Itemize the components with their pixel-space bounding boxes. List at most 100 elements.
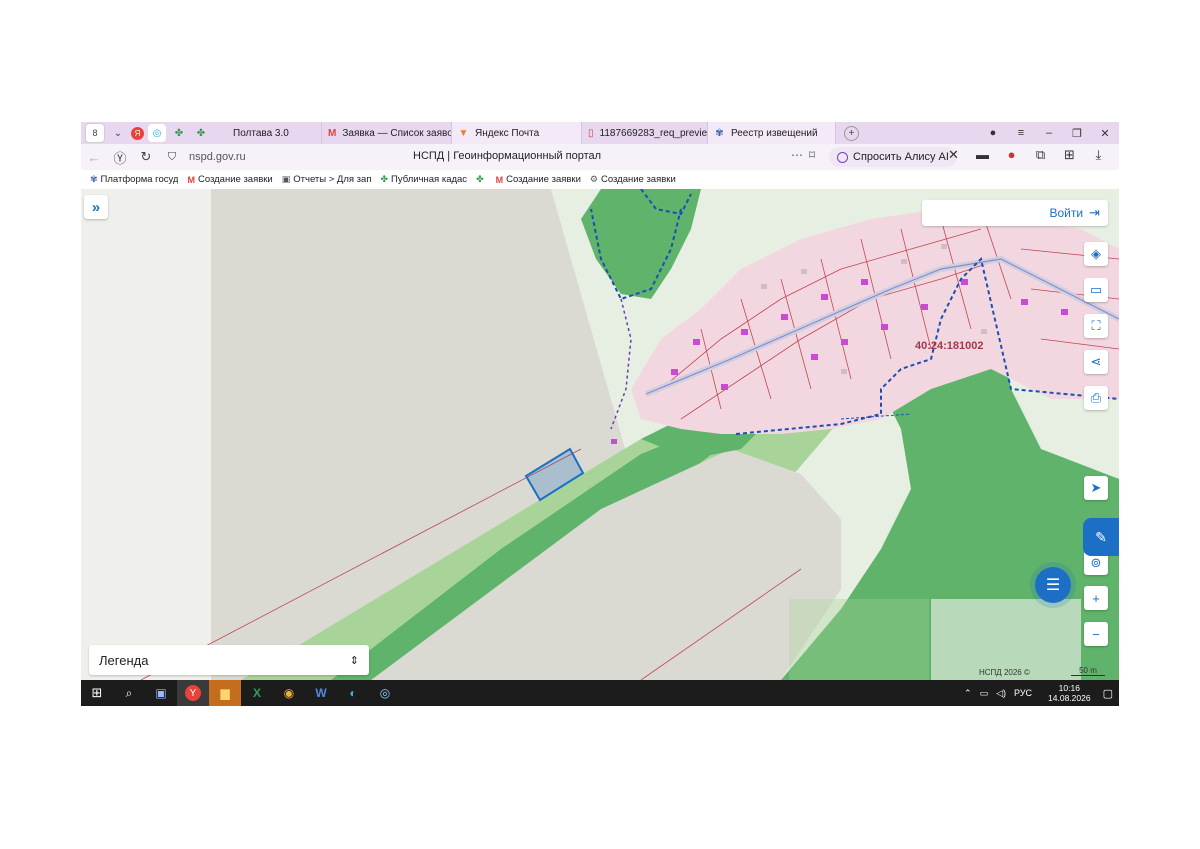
alisa-icon <box>837 151 848 163</box>
more-icon[interactable]: ⋯ <box>791 148 803 162</box>
extension-icon[interactable]: ● <box>997 147 1026 163</box>
back-icon[interactable]: ← <box>81 150 107 165</box>
app-icon[interactable]: ◎ <box>369 680 401 706</box>
bookmark-item[interactable]: ▣ Отчеты > Для зап <box>282 174 372 185</box>
ruler-button[interactable]: ▭ <box>1084 278 1108 302</box>
bookmark-item[interactable]: ✾ Платформа госуд <box>90 174 178 185</box>
tab-label: 1187669283_req_preview. <box>599 127 708 139</box>
ruler-icon: ▭ <box>1089 282 1103 297</box>
share-icon: ⋖ <box>1090 354 1102 369</box>
profile-icon[interactable]: ● <box>979 127 1007 139</box>
map-canvas[interactable]: » Войти ⇥ 40:24:181002 ◈ ▭ ⛶ ⋖ ⎙ ➤ ⊚ + −… <box>81 189 1119 680</box>
tab-reestr[interactable]: ✾ Реестр извещений <box>708 122 836 144</box>
reload-icon[interactable]: ↻ <box>133 149 159 165</box>
layers-icon: ◈ <box>1091 246 1101 261</box>
legend-panel[interactable]: Легенда ⇕ <box>89 645 369 675</box>
print-button[interactable]: ⎙ <box>1084 386 1108 410</box>
bookmark-item[interactable]: ✤ <box>476 174 487 185</box>
chrome-icon[interactable]: ◉ <box>273 680 305 706</box>
chevron-up-icon[interactable]: ⌃ <box>964 688 972 699</box>
system-tray: ⌃ ▭ ◁) РУС 10:16 14.08.2026 ▢ <box>956 680 1113 706</box>
url-text[interactable]: nspd.gov.ru <box>189 151 246 163</box>
cadastre-icon[interactable]: ✤ <box>170 124 188 142</box>
login-icon: ⇥ <box>1089 205 1100 220</box>
clock-date: 14.08.2026 <box>1048 693 1091 703</box>
chevron-down-icon[interactable]: ⌄ <box>109 124 127 142</box>
save-icon[interactable]: ▣ <box>145 680 177 706</box>
bookmark-item[interactable]: ✤ Публичная кадас <box>380 174 467 185</box>
zoom-out-button[interactable]: − <box>1084 622 1108 646</box>
plus-icon: + <box>1092 590 1100 606</box>
start-icon[interactable]: ⊞ <box>81 680 113 706</box>
emblem-icon: ✾ <box>715 127 724 139</box>
ask-alisa-button[interactable]: Спросить Алису AI <box>829 147 957 167</box>
bookmark-label: Создание заявки <box>197 174 273 185</box>
notifications-icon[interactable]: ▢ <box>1103 687 1113 700</box>
alisa-label: Спросить Алису AI <box>853 151 949 163</box>
select-area-button[interactable]: ⛶ <box>1084 314 1108 338</box>
tab-zayavka[interactable]: M Заявка — Список заявок <box>322 122 452 144</box>
tools-icon[interactable]: ✕ <box>939 147 968 163</box>
gmail-icon: M <box>495 174 504 185</box>
tab-counter[interactable]: 8 <box>85 123 105 143</box>
search-icon[interactable]: ⌕ <box>113 680 145 706</box>
collections-icon[interactable]: ⊞ <box>1055 147 1084 163</box>
bookmark-label: Отчеты > Для зап <box>293 174 372 185</box>
explorer-icon[interactable]: ▆ <box>209 680 241 706</box>
yandex-icon[interactable]: Я <box>131 126 144 140</box>
zoom-in-button[interactable]: + <box>1084 586 1108 610</box>
bookmark-item[interactable]: M Создание заявки <box>187 174 272 185</box>
tab-yandex-mail[interactable]: ▼ Яндекс Почта <box>452 122 582 144</box>
browser-tab-bar: 8 ⌄ Я ◎ ✤ ✤ Полтава 3.0 M Заявка — Списо… <box>81 122 1119 144</box>
bookmark-icon[interactable]: ⌑ <box>809 148 815 162</box>
puzzle-icon[interactable]: ⧉ <box>1026 147 1055 163</box>
screen: 8 ⌄ Я ◎ ✤ ✤ Полтава 3.0 M Заявка — Списо… <box>81 122 1119 706</box>
tab-label: Реестр извещений <box>731 127 818 139</box>
hat-icon[interactable]: ▬ <box>968 147 997 163</box>
chat-icon: ☰ <box>1045 577 1061 594</box>
tab-poltava[interactable]: Полтава 3.0 <box>210 122 322 144</box>
excel-icon[interactable]: X <box>241 680 273 706</box>
scale-bar: 50 m <box>1071 666 1105 676</box>
tab-req-preview[interactable]: ▯ 1187669283_req_preview. <box>582 122 708 144</box>
bookmark-item[interactable]: ⚙ Создание заявки <box>590 174 676 185</box>
yandex-icon[interactable]: Y <box>177 680 209 706</box>
volume-icon[interactable]: ◁) <box>996 688 1006 699</box>
cadastre-icon[interactable]: ✤ <box>192 124 210 142</box>
layers-button[interactable]: ◈ <box>1084 242 1108 266</box>
login-label: Войти <box>1049 206 1084 220</box>
feedback-tab[interactable]: ✎ <box>1083 518 1119 556</box>
word-icon[interactable]: W <box>305 680 337 706</box>
expand-panel-button[interactable]: » <box>84 195 108 219</box>
shield-icon: ⛉ <box>167 150 177 163</box>
page-title: НСПД | Геоинформационный портал <box>413 150 602 162</box>
restore-icon[interactable]: ❐ <box>1063 127 1091 140</box>
minimize-icon[interactable]: – <box>1035 127 1063 139</box>
language-indicator[interactable]: РУС <box>1014 688 1032 698</box>
chat-button[interactable]: ☰ <box>1035 567 1071 603</box>
share-button[interactable]: ⋖ <box>1084 350 1108 374</box>
download-icon[interactable]: ⤓ <box>1084 147 1113 163</box>
menu-icon[interactable]: ≡ <box>1007 127 1035 139</box>
yandex-icon[interactable]: Ⓨ <box>107 148 133 167</box>
clock[interactable]: 10:16 14.08.2026 <box>1040 683 1091 703</box>
alice-icon[interactable]: ◎ <box>148 124 166 142</box>
tab-label: Заявка — Список заявок <box>342 127 452 139</box>
bookmark-item[interactable]: M Создание заявки <box>496 174 581 185</box>
tab-label: Яндекс Почта <box>475 127 540 139</box>
edge-icon[interactable]: ◐ <box>337 680 369 706</box>
gear-icon: ⚙ <box>589 174 598 184</box>
locate-button[interactable]: ➤ <box>1084 476 1108 500</box>
minus-icon: − <box>1092 626 1100 642</box>
login-button[interactable]: Войти ⇥ <box>922 200 1108 226</box>
legend-label: Легенда <box>99 652 149 668</box>
gmail-icon: M <box>187 174 195 185</box>
mail-icon: ▼ <box>458 127 469 139</box>
print-icon: ⎙ <box>1090 390 1102 405</box>
map-layer <box>81 189 1119 680</box>
network-icon[interactable]: ▭ <box>980 688 989 699</box>
navigation-icon: ➤ <box>1090 480 1102 495</box>
new-tab-icon[interactable]: + <box>844 125 859 141</box>
cadastral-number-label: 40:24:181002 <box>915 340 984 352</box>
close-icon[interactable]: ✕ <box>1091 127 1119 140</box>
